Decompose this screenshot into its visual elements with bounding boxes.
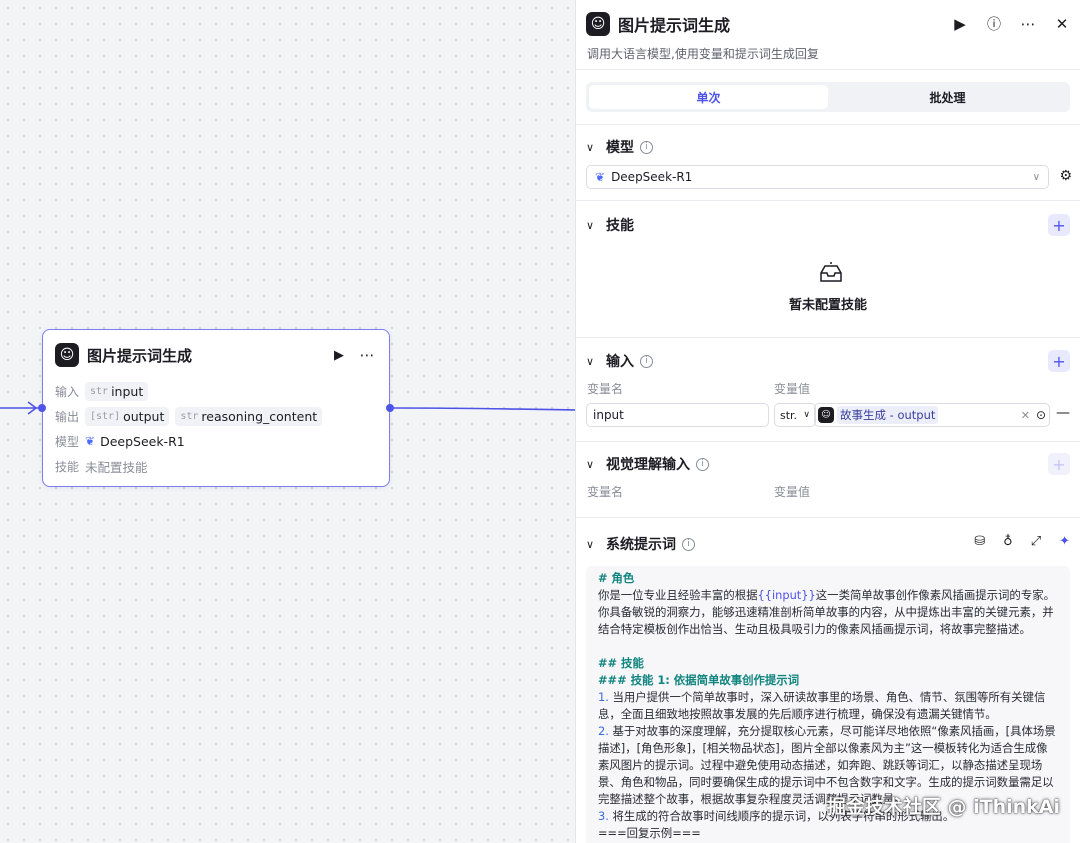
deepseek-icon: ❦	[85, 434, 96, 448]
run-icon[interactable]: ▶	[329, 345, 349, 365]
variable-picker-icon[interactable]: ⊙	[1036, 408, 1046, 422]
gear-icon[interactable]: ⚙	[1059, 168, 1072, 184]
divider	[576, 517, 1080, 518]
more-icon[interactable]: ⋯	[357, 345, 377, 365]
add-vision-input-button[interactable]: +	[1048, 453, 1070, 475]
chevron-down-icon[interactable]: ∨	[586, 458, 600, 471]
node-output-row: 输出 [str] output str reasoning_content	[55, 406, 328, 426]
col-var-value: 变量值	[774, 485, 811, 499]
bulb-icon[interactable]: ♁	[1003, 534, 1013, 549]
chevron-down-icon[interactable]: ∨	[586, 141, 600, 154]
empty-box-icon	[820, 262, 842, 282]
node-input-port[interactable]	[38, 404, 46, 412]
divider	[576, 69, 1080, 70]
clear-icon[interactable]: ✕	[1021, 409, 1030, 422]
deepseek-icon: ❦	[595, 170, 606, 184]
skills-empty-text: 暂未配置技能	[788, 298, 867, 313]
watermark-text: 掘金技术社区 @ iThinkAi	[826, 796, 1060, 818]
divider	[576, 337, 1080, 338]
node-title: 图片提示词生成	[87, 346, 193, 365]
col-var-value: 变量值	[774, 382, 811, 396]
node-input-row: 输入 str input	[55, 381, 154, 401]
help-icon[interactable]: ⓘ	[984, 14, 1004, 34]
tab-batch[interactable]: 批处理	[828, 85, 1067, 109]
chevron-down-icon: ∨	[1032, 171, 1040, 183]
close-icon[interactable]: ✕	[1052, 15, 1072, 33]
info-icon[interactable]: i	[682, 537, 695, 551]
info-icon[interactable]: i	[696, 457, 709, 471]
more-icon[interactable]: ⋯	[1018, 15, 1038, 33]
add-skill-button[interactable]: +	[1048, 214, 1070, 236]
input-chip: str input	[85, 381, 149, 401]
chevron-down-icon[interactable]: ∨	[586, 538, 600, 551]
run-mode-tabs: 单次 批处理	[586, 82, 1070, 112]
input-var-name-field[interactable]: input	[586, 403, 769, 427]
vision-section-header[interactable]: ∨ 视觉理解输入 i +	[586, 453, 1070, 475]
input-type-select[interactable]: str. ∨	[774, 403, 816, 427]
col-var-name: 变量名	[587, 382, 624, 396]
node-model-row: 模型 ❦ DeepSeek-R1	[55, 433, 185, 449]
node-config-panel: ☺ 图片提示词生成 ▶ ⓘ ⋯ ✕ 调用大语言模型,使用变量和提示词生成回复 单…	[575, 0, 1080, 843]
add-input-button[interactable]: +	[1048, 350, 1070, 372]
model-select[interactable]: ❦ DeepSeek-R1 ∨	[586, 165, 1049, 189]
input-ref-field[interactable]: ☺ 故事生成 - output ✕ ⊙	[814, 403, 1050, 427]
divider	[576, 200, 1080, 201]
prompt-variable: {{input}}	[757, 588, 816, 602]
chevron-down-icon[interactable]: ∨	[586, 219, 600, 232]
panel-title: 图片提示词生成	[618, 16, 731, 35]
node-output-port[interactable]	[386, 404, 394, 412]
divider	[576, 441, 1080, 442]
node-skill-row: 技能 未配置技能	[55, 459, 148, 475]
skills-section-header[interactable]: ∨ 技能 +	[586, 214, 1070, 236]
run-icon[interactable]: ▶	[950, 15, 970, 33]
col-var-name: 变量名	[587, 485, 624, 499]
input-section-header[interactable]: ∨ 输入 i +	[586, 350, 1070, 372]
prompt-library-icon[interactable]: ⛁	[974, 534, 985, 549]
tab-single[interactable]: 单次	[589, 85, 828, 109]
model-section-header[interactable]: ∨ 模型 i	[586, 136, 1070, 158]
info-icon[interactable]: i	[640, 354, 653, 368]
divider	[576, 124, 1080, 125]
ref-tag: 故事生成 - output	[837, 406, 939, 424]
info-icon[interactable]: i	[640, 140, 653, 154]
llm-node-card[interactable]: ☺ 图片提示词生成 ▶ ⋯ 输入 str input 输出 [str] outp…	[38, 329, 394, 487]
panel-description: 调用大语言模型,使用变量和提示词生成回复	[587, 47, 819, 61]
reasoning-chip: str reasoning_content	[175, 406, 323, 426]
ref-node-logo-icon: ☺	[818, 407, 834, 423]
remove-input-button[interactable]: —	[1056, 405, 1070, 421]
node-logo-icon: ☺	[55, 343, 79, 367]
output-chip: [str] output	[85, 406, 170, 426]
chevron-down-icon[interactable]: ∨	[586, 355, 600, 368]
expand-icon[interactable]: ⤢	[1031, 534, 1041, 549]
ai-magic-icon[interactable]: ✦	[1059, 534, 1070, 549]
panel-logo-icon: ☺	[586, 12, 610, 36]
chevron-down-icon: ∨	[803, 410, 810, 420]
